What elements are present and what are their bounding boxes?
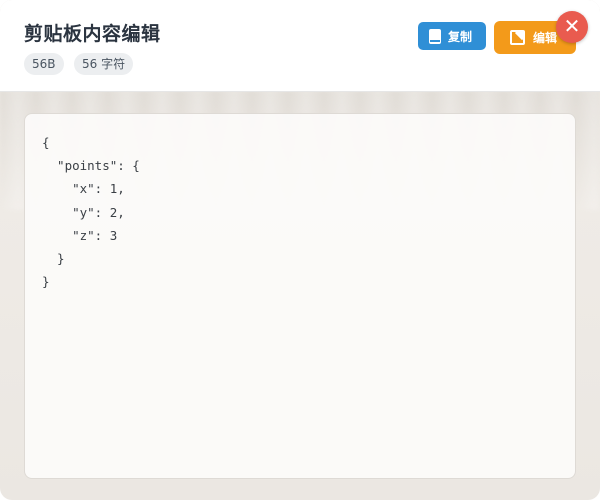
clipboard-icon — [429, 28, 441, 44]
close-icon: ✕ — [563, 14, 581, 38]
edit-icon — [510, 30, 525, 45]
header: 剪贴板内容编辑 56B 56 字符 复制 编辑 — [0, 0, 600, 92]
char-count-badge: 56 字符 — [74, 53, 134, 75]
close-button[interactable]: ✕ — [556, 11, 588, 43]
clipboard-content-panel[interactable]: { "points": { "x": 1, "y": 2, "z": 3 } } — [24, 113, 576, 479]
page-title: 剪贴板内容编辑 — [24, 23, 161, 45]
copy-button[interactable]: 复制 — [418, 22, 486, 50]
size-badge: 56B — [24, 53, 64, 75]
clipboard-content-text[interactable]: { "points": { "x": 1, "y": 2, "z": 3 } } — [42, 131, 140, 293]
copy-button-label: 复制 — [448, 29, 473, 44]
clipboard-editor-window: 剪贴板内容编辑 56B 56 字符 复制 编辑 ✕ { "points": { … — [0, 0, 600, 500]
edit-button-label: 编辑 — [533, 31, 558, 45]
